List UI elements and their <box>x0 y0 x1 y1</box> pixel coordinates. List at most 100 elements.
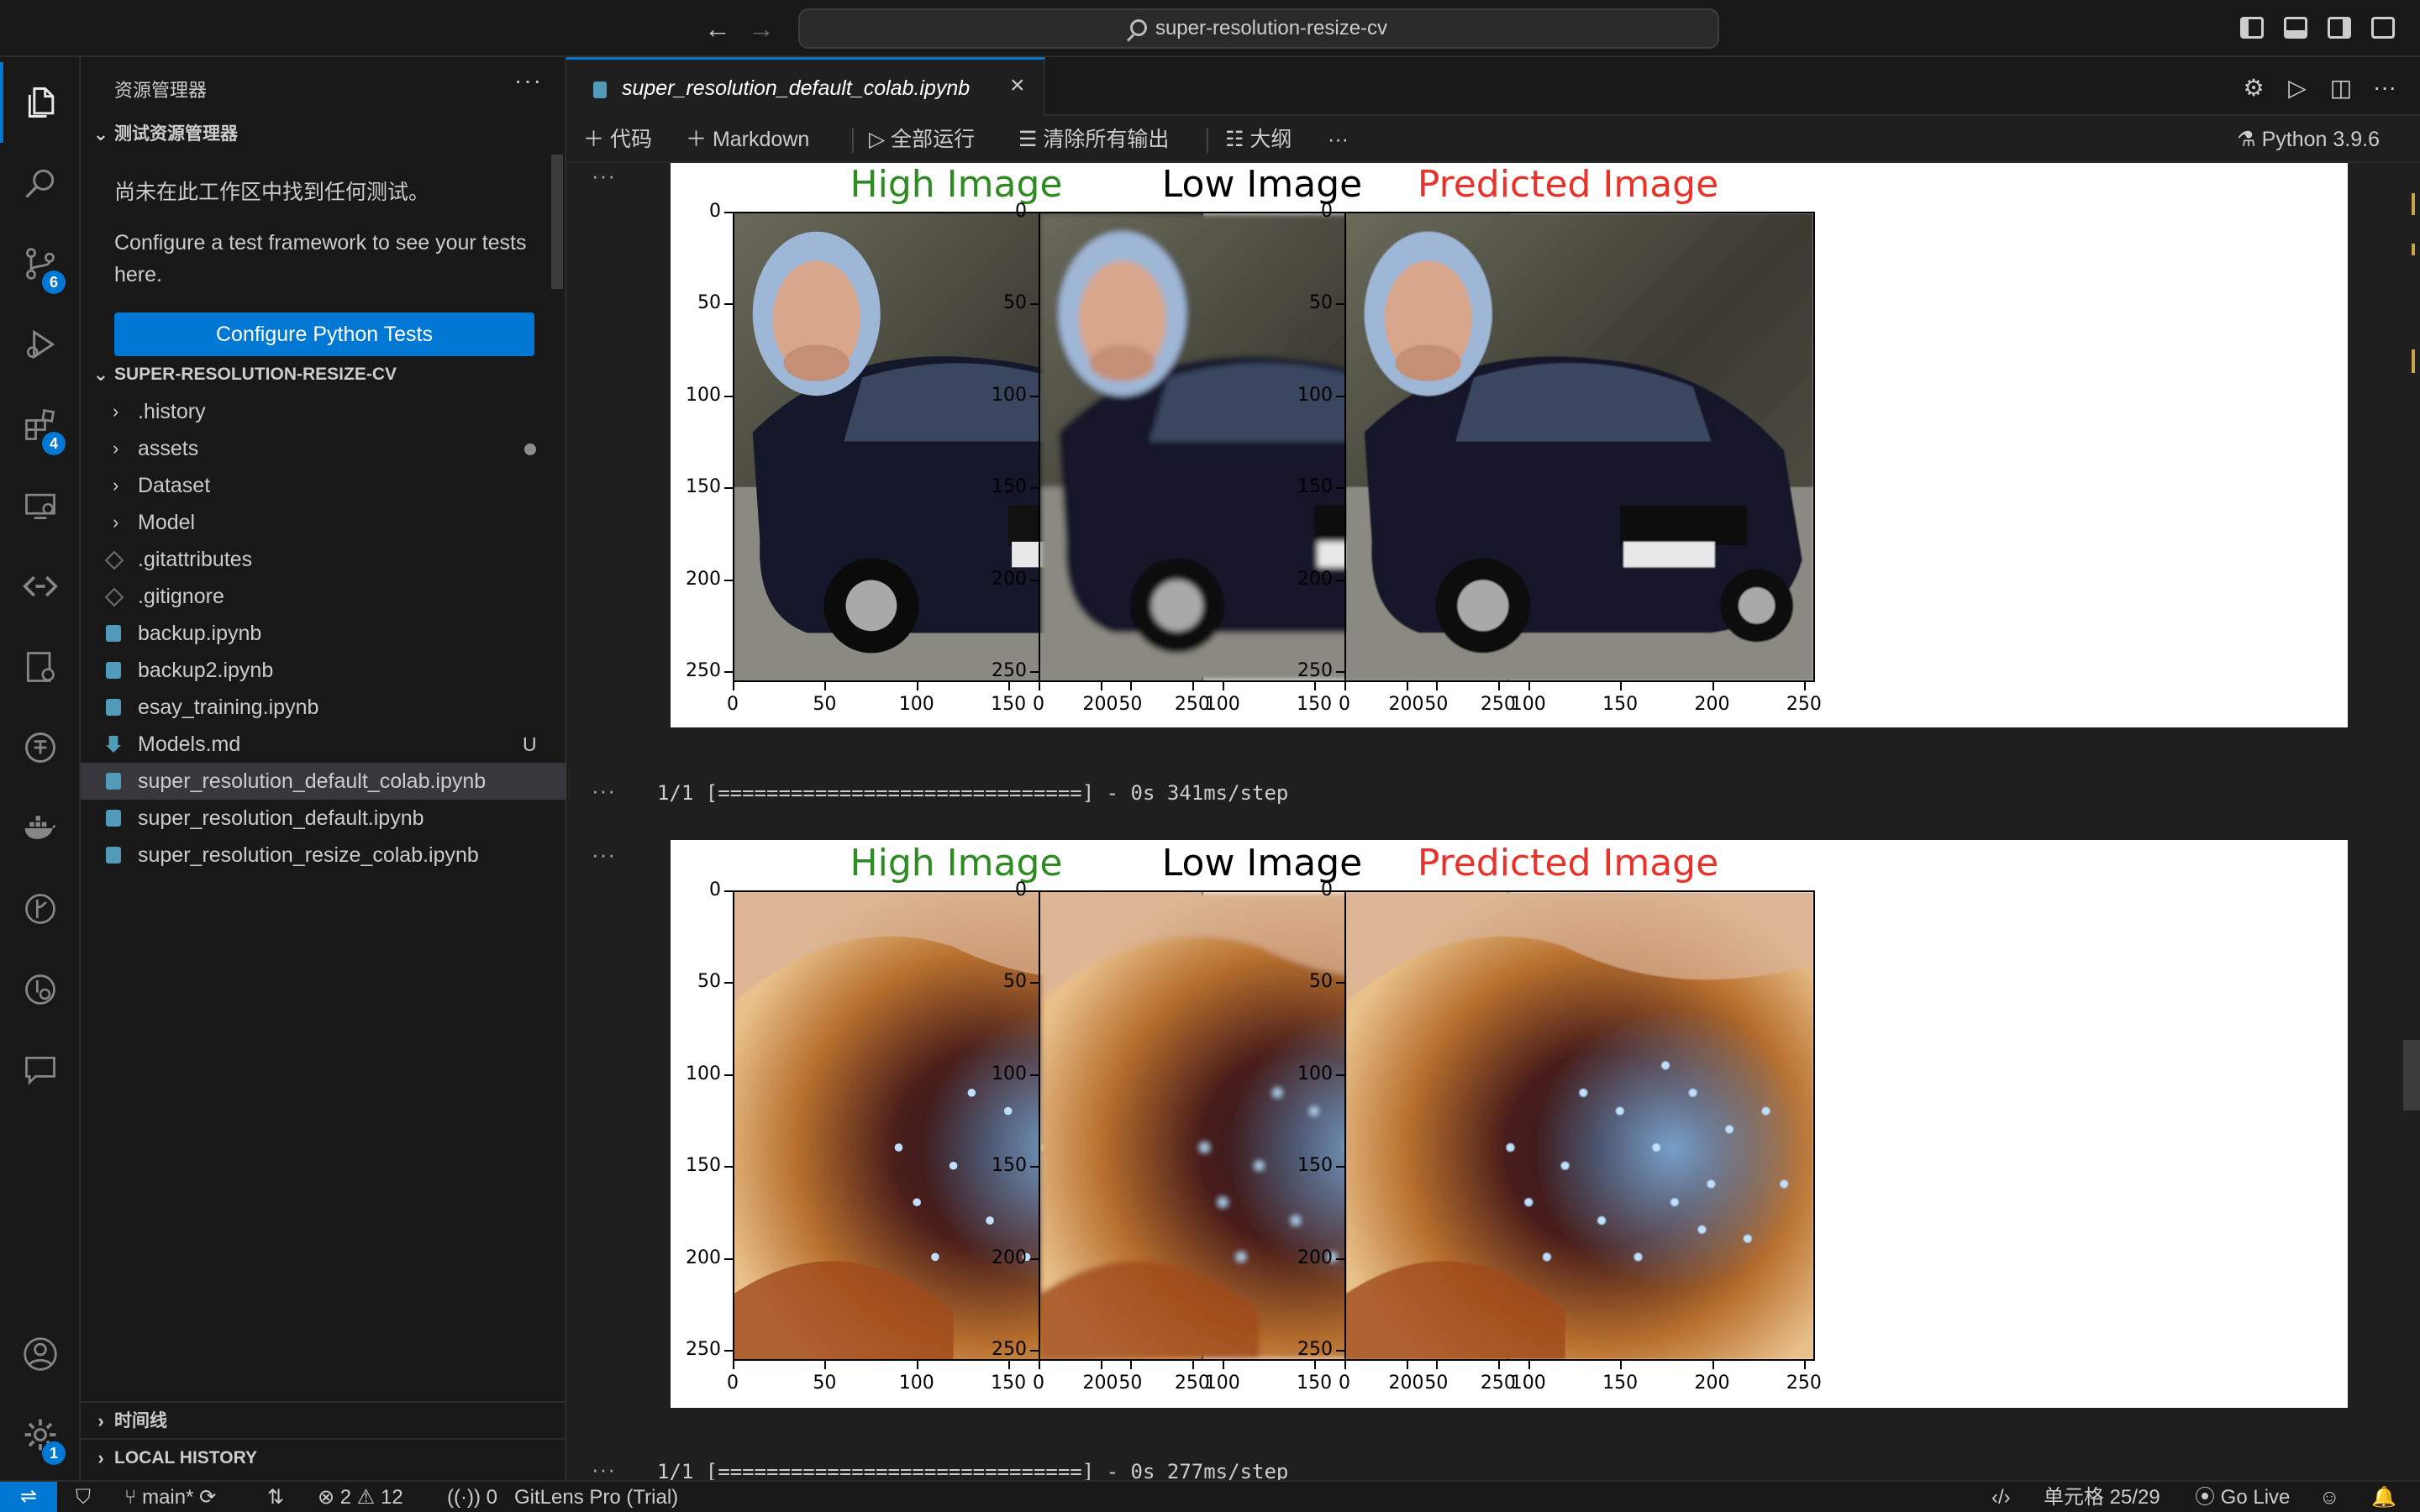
tab-notebook[interactable]: super_resolution_default_colab.ipynb × <box>566 57 1045 116</box>
outline-button[interactable]: ☷ 大纲 <box>1225 126 1292 153</box>
y-tick-mark <box>1336 1074 1344 1076</box>
shield-icon[interactable]: ⛉ <box>76 1485 91 1510</box>
close-icon[interactable]: × <box>1010 71 1025 100</box>
notifications-bell-icon[interactable]: 🔔 <box>2371 1485 2396 1510</box>
no-tests-message: 尚未在此工作区中找到任何测试。 <box>114 181 430 204</box>
code-brackets-icon[interactable]: ‹/› <box>1991 1485 2011 1510</box>
toggle-primary-sidebar-icon[interactable] <box>2240 17 2264 39</box>
editor-scrollbar-thumb[interactable] <box>2403 1040 2420 1110</box>
run-all-button[interactable]: ▷ 全部运行 <box>869 126 975 153</box>
output-collapse-ellipsis[interactable]: ··· <box>592 778 616 804</box>
activity-remote-explorer[interactable] <box>0 465 81 546</box>
notebook-file-icon <box>106 662 121 679</box>
git-file-icon <box>106 551 121 568</box>
activity-accounts[interactable] <box>0 1314 81 1394</box>
tree-item[interactable]: .gitattributes <box>81 541 566 578</box>
copilot-icon[interactable]: ☺ <box>2319 1485 2340 1510</box>
editor-more-actions[interactable]: ··· <box>2368 74 2402 101</box>
activity-run-debug[interactable] <box>0 304 81 385</box>
x-tick-mark <box>1712 682 1714 690</box>
command-center-search[interactable]: super-resolution-resize-cv <box>798 8 1719 49</box>
activity-manage[interactable]: 1 <box>0 1394 81 1475</box>
sidebar-scrollbar[interactable] <box>551 155 563 289</box>
customize-layout-icon[interactable] <box>2371 17 2395 39</box>
sidebar-more-actions[interactable]: ··· <box>514 67 543 94</box>
activity-docker[interactable] <box>0 788 81 869</box>
git-compare-icon[interactable]: ⇅ <box>267 1485 284 1510</box>
run-notebook-play-icon[interactable]: ▷ <box>2281 74 2314 102</box>
activity-search[interactable] <box>0 143 81 223</box>
gitlens-status[interactable]: GitLens Pro (Trial) <box>514 1485 678 1510</box>
output-collapse-ellipsis[interactable]: ··· <box>592 842 616 868</box>
timeline-section-header[interactable]: › 时间线 <box>81 1401 566 1438</box>
y-tick-label: 250 <box>686 1338 721 1360</box>
tree-item[interactable]: backup2.ipynb <box>81 652 566 689</box>
test-explorer-section-header[interactable]: ⌄ 测试资源管理器 <box>81 116 566 153</box>
configure-python-tests-button[interactable]: Configure Python Tests <box>114 312 534 356</box>
activity-bar: 6 4 1 <box>0 57 81 1480</box>
activity-gitlens[interactable] <box>0 949 81 1030</box>
code-icon <box>23 575 58 597</box>
tree-item[interactable]: Models.md U <box>81 726 566 763</box>
notebook-settings-gear-icon[interactable]: ⚙ <box>2237 74 2270 102</box>
go-live-button[interactable]: ⦿ Go Live <box>2195 1485 2290 1510</box>
y-tick-mark <box>1030 890 1039 892</box>
activity-explorer[interactable] <box>0 62 81 143</box>
local-history-section-header[interactable]: › LOCAL HISTORY <box>81 1438 566 1475</box>
overview-ruler-mark <box>2412 193 2415 215</box>
y-tick-mark <box>1336 487 1344 490</box>
tree-item[interactable]: super_resolution_default.ipynb <box>81 800 566 837</box>
tree-item[interactable]: .gitignore <box>81 578 566 615</box>
tree-item-label: super_resolution_default_colab.ipynb <box>138 769 487 793</box>
kernel-picker[interactable]: ⚗ Python 3.9.6 <box>2237 126 2380 153</box>
remote-indicator-icon[interactable]: ⇌ <box>0 1482 57 1512</box>
x-tick-mark <box>916 682 918 690</box>
tree-item[interactable]: backup.ipynb <box>81 615 566 652</box>
toggle-secondary-sidebar-icon[interactable] <box>2328 17 2351 39</box>
tree-item[interactable]: › assets <box>81 430 566 467</box>
toolbar-more-button[interactable]: ··· <box>1328 126 1349 153</box>
add-code-cell-button[interactable]: ＋ 代码 <box>583 126 652 153</box>
activity-source-control[interactable]: 6 <box>0 223 81 304</box>
split-editor-icon[interactable]: ◫ <box>2324 74 2358 102</box>
add-markdown-cell-button[interactable]: ＋ Markdown <box>686 126 809 153</box>
cell-position[interactable]: 单元格 25/29 <box>2044 1485 2160 1510</box>
tree-item[interactable]: super_resolution_resize_colab.ipynb <box>81 837 566 874</box>
y-tick-label: 250 <box>992 1338 1027 1360</box>
x-tick-mark <box>733 1361 734 1369</box>
tree-item[interactable]: esay_training.ipynb <box>81 689 566 726</box>
y-tick-mark <box>1336 890 1344 892</box>
problems-indicator[interactable]: ⊗ 2 ⚠ 12 <box>318 1485 403 1510</box>
modified-dot-badge <box>524 444 536 455</box>
tree-item[interactable]: super_resolution_default_colab.ipynb <box>81 763 566 800</box>
activity-comments[interactable] <box>0 1030 81 1110</box>
x-tick-label: 0 <box>727 694 739 715</box>
activity-extensions[interactable]: 4 <box>0 385 81 465</box>
tree-item[interactable]: › Model <box>81 504 566 541</box>
activity-git-graph[interactable] <box>0 869 81 949</box>
output-collapse-ellipsis[interactable]: ··· <box>592 1457 616 1480</box>
tree-item[interactable]: › Dataset <box>81 467 566 504</box>
matplotlib-output-car: High Image 0 0 50 50 100 100 150 150 200 200 250 250… <box>671 163 2348 727</box>
activity-code[interactable] <box>0 546 81 627</box>
x-tick-label: 200 <box>1694 694 1730 715</box>
toggle-panel-icon[interactable] <box>2284 17 2307 39</box>
y-tick-label: 250 <box>1297 659 1333 681</box>
notebook-file-icon <box>106 625 121 642</box>
clear-all-outputs-button[interactable]: ☰ 清除所有输出 <box>1018 126 1169 153</box>
remote-explorer-icon <box>25 493 55 520</box>
y-tick-label: 150 <box>992 476 1027 498</box>
tree-item-label: assets <box>138 437 199 460</box>
back-arrow-icon[interactable]: ← <box>701 12 734 45</box>
branch-indicator[interactable]: ⑂ main* ⟳ <box>124 1485 216 1510</box>
folder-section-header[interactable]: ⌄ SUPER-RESOLUTION-RESIZE-CV <box>81 356 566 393</box>
tree-item[interactable]: › .history <box>81 393 566 430</box>
activity-testing[interactable] <box>0 627 81 707</box>
ports-indicator[interactable]: ((·)) 0 <box>447 1485 497 1510</box>
activity-database[interactable] <box>0 707 81 788</box>
y-tick-label: 150 <box>1297 1155 1333 1177</box>
forward-arrow-icon[interactable]: → <box>744 12 778 45</box>
output-collapse-ellipsis[interactable]: ··· <box>592 163 616 189</box>
notebook-editor[interactable]: ··· High Image 0 0 50 50 100 100 150 150 200 200 25… <box>566 163 2420 1480</box>
x-tick-mark <box>1528 682 1530 690</box>
